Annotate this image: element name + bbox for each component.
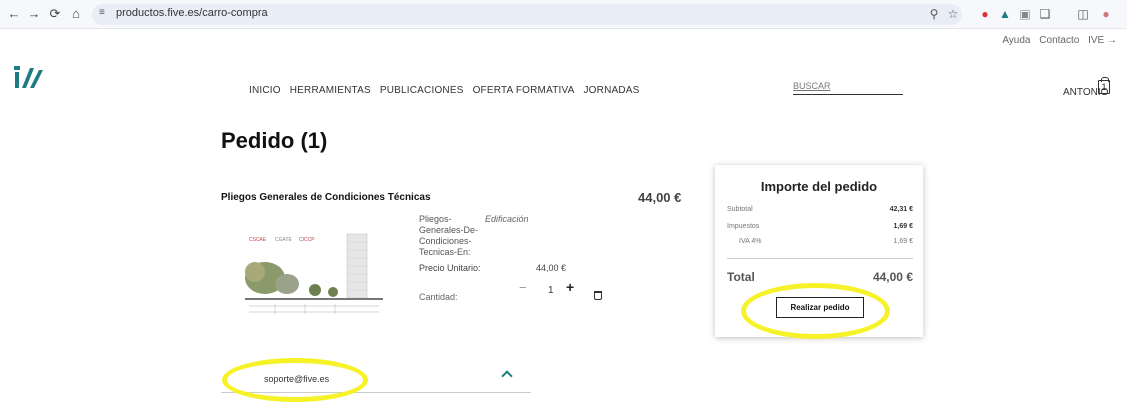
cover-logo-2: CGATE (275, 237, 293, 243)
taxes-label: Impuestos (727, 223, 760, 230)
product-cover-image[interactable]: CSCAE CGATE CICCP (245, 228, 383, 320)
product-category: Edificación (485, 214, 529, 224)
iva-value: 1,69 € (893, 238, 913, 245)
iva-label: IVA 4% (739, 238, 762, 245)
cover-logo-1: CSCAE (249, 237, 267, 243)
forward-icon[interactable]: → (26, 6, 42, 22)
product-code: Pliegos-Generales-De-Condiciones-Tecnica… (419, 214, 479, 257)
quantity-label: Cantidad: (419, 292, 458, 302)
total-value: 44,00 € (872, 270, 913, 284)
url-text: productos.five.es/carro-compra (116, 7, 268, 19)
unit-price-value: 44,00 € (536, 263, 567, 273)
quantity-value: 1 (548, 285, 554, 296)
site-settings-icon[interactable]: ≡ (99, 7, 105, 18)
cover-logo-3: CICCP (299, 237, 315, 243)
subtotal-label: Subtotal (727, 206, 753, 213)
help-link[interactable]: Ayuda (1002, 35, 1030, 46)
subtotal-row: Subtotal 42,31 € (727, 206, 913, 213)
search-input[interactable]: BUSCAR (793, 81, 903, 95)
utility-links: Ayuda Contacto IVE → (996, 35, 1117, 46)
product-line-total: 44,00 € (638, 190, 682, 205)
nav-item-jornadas[interactable]: JORNADAS (583, 85, 639, 96)
address-bar[interactable]: ≡ productos.five.es/carro-compra (92, 4, 962, 25)
chevron-up-icon[interactable] (501, 370, 513, 382)
profile-avatar-icon[interactable]: ● (1098, 6, 1114, 22)
taxes-row: Impuestos 1,69 € (727, 223, 913, 230)
page-title: Pedido (1) (221, 128, 328, 153)
unit-price-label: Precio Unitario: (419, 263, 481, 273)
ive-link[interactable]: IVE → (1088, 35, 1117, 46)
bookmark-star-icon[interactable]: ☆ (945, 6, 961, 22)
back-icon[interactable]: ← (6, 6, 22, 22)
main-nav: INICIO HERRAMIENTAS PUBLICACIONES OFERTA… (249, 85, 646, 96)
summary-divider (727, 258, 913, 259)
highlight-ellipse-order-button (741, 283, 890, 339)
nav-item-inicio[interactable]: INICIO (249, 85, 281, 96)
subtotal-value: 42,31 € (889, 206, 913, 213)
iva-row: IVA 4% 1,69 € (727, 238, 913, 245)
nav-item-publicaciones[interactable]: PUBLICACIONES (380, 85, 464, 96)
browser-toolbar: ← → ⟳ ⌂ ≡ productos.five.es/carro-compra… (0, 0, 1127, 29)
total-label: Total (727, 270, 755, 284)
cart-icon[interactable]: 1 (1098, 77, 1110, 94)
zoom-icon[interactable]: ⚲ (926, 6, 942, 22)
quantity-increase-button[interactable]: + (566, 279, 574, 295)
order-summary-title: Importe del pedido (760, 179, 878, 194)
taxes-value: 1,69 € (893, 223, 913, 230)
nav-item-oferta-formativa[interactable]: OFERTA FORMATIVA (473, 85, 575, 96)
five-extension-icon[interactable]: ▲ (997, 6, 1013, 22)
highlight-ellipse-support-email (222, 358, 368, 402)
home-icon[interactable]: ⌂ (68, 6, 84, 22)
extensions-puzzle-icon[interactable]: ❑ (1037, 6, 1053, 22)
adblock-extension-icon[interactable]: ● (977, 6, 993, 22)
reload-icon[interactable]: ⟳ (47, 6, 63, 22)
trash-icon[interactable] (594, 291, 602, 300)
extension-icon[interactable]: ▣ (1017, 6, 1033, 22)
nav-item-herramientas[interactable]: HERRAMIENTAS (290, 85, 371, 96)
contact-link[interactable]: Contacto (1039, 35, 1079, 46)
product-name[interactable]: Pliegos Generales de Condiciones Técnica… (221, 192, 431, 203)
side-panel-icon[interactable]: ◫ (1075, 6, 1091, 22)
quantity-decrease-button[interactable]: − (519, 280, 527, 295)
five-logo-icon[interactable] (14, 64, 44, 90)
